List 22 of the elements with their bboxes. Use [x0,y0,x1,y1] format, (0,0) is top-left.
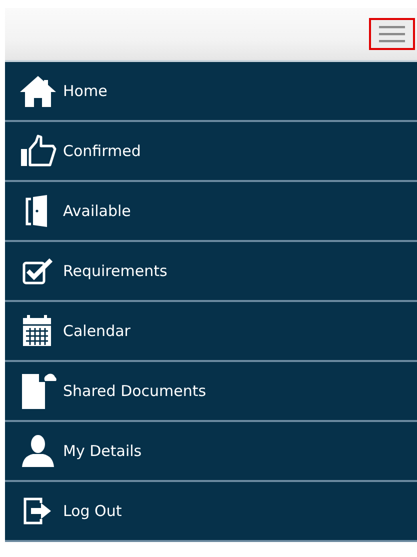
menu-label: Calendar [63,322,130,340]
menu-item[interactable]: Confirmed [5,122,417,182]
menu-item[interactable]: Requirements [5,242,417,302]
thumbs-up-icon [19,134,57,168]
menu-item[interactable]: My Details [5,422,417,482]
menu-icon [379,25,405,43]
menu-label: Shared Documents [63,382,206,400]
menu-item[interactable]: Shared Documents [5,362,417,422]
menu-label: Log Out [63,502,122,520]
menu-button[interactable] [369,18,415,50]
menu-label: Confirmed [63,142,141,160]
document-icon [19,372,57,410]
menu-item[interactable]: Available [5,182,417,242]
menu-label: Requirements [63,262,168,280]
house-icon [19,74,57,108]
person-icon [19,434,57,468]
menu-item[interactable]: Home [5,62,417,122]
menu-label: My Details [63,442,142,460]
menu-item[interactable]: Calendar [5,302,417,362]
menu-label: Available [63,202,131,220]
menu-item[interactable]: Log Out [5,482,417,542]
menu-label: Home [63,82,108,100]
